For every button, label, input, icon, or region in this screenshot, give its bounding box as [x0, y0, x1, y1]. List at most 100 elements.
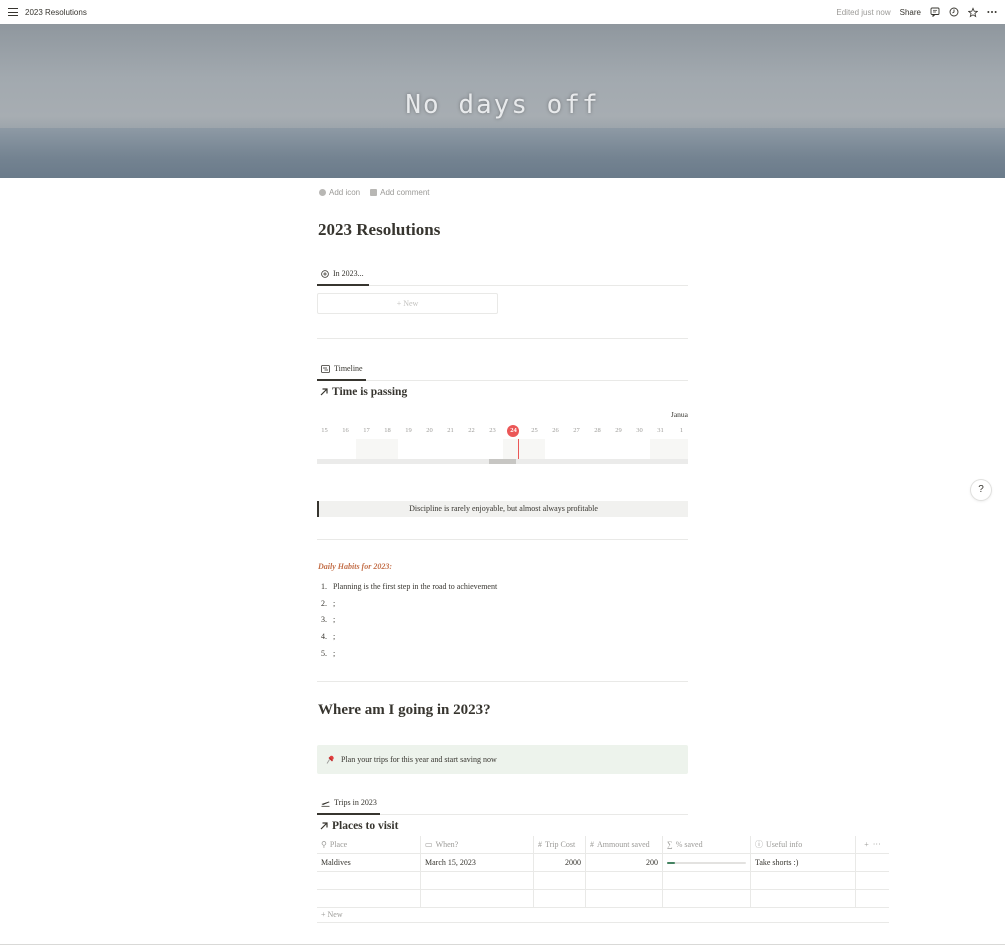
habits-list: 1. Planning is the first step in the road…: [321, 578, 497, 661]
list-item[interactable]: 2.;: [321, 595, 497, 612]
list-item[interactable]: 3.;: [321, 611, 497, 628]
list-number: 3.: [321, 615, 327, 625]
places-title[interactable]: Places to visit: [319, 820, 398, 832]
cell-trip-cost[interactable]: 2000: [534, 854, 586, 872]
tab-trips-in-2023[interactable]: Trips in 2023: [318, 798, 380, 807]
column-header-place[interactable]: ⚲ Place: [317, 836, 421, 854]
tab-divider: [317, 285, 688, 286]
timeline-day: 28: [594, 427, 601, 434]
weekend-column: [650, 439, 688, 459]
pin-icon: ⚲: [321, 840, 327, 849]
timeline-icon: [321, 364, 330, 373]
comment-icon[interactable]: [930, 7, 940, 17]
cell-percent-saved[interactable]: [663, 854, 751, 872]
timeline-day: 20: [426, 427, 433, 434]
column-header-when[interactable]: ▭ When?: [421, 836, 534, 854]
page-add-bar: Add icon Add comment: [319, 188, 430, 197]
timeline-day: 23: [489, 427, 496, 434]
timeline-day: 26: [552, 427, 559, 434]
top-bar: 2023 Resolutions Edited just now Share: [0, 0, 1005, 24]
timeline-day: 22: [468, 427, 475, 434]
trips-heading[interactable]: Where am I going in 2023?: [318, 702, 491, 719]
gallery-new-button[interactable]: + New: [317, 293, 498, 314]
smiley-icon: [319, 189, 326, 196]
share-button[interactable]: Share: [900, 8, 921, 17]
cover-text: No days off: [405, 90, 600, 120]
add-icon-button[interactable]: Add icon: [319, 188, 360, 197]
divider: [317, 539, 688, 540]
number-icon: #: [590, 840, 594, 849]
arrow-up-right-icon: [320, 388, 328, 396]
table-new-row-button[interactable]: + New: [317, 906, 889, 923]
divider: [317, 338, 688, 339]
tab-timeline[interactable]: Timeline: [318, 364, 366, 373]
timeline-day: 19: [405, 427, 412, 434]
cell-place[interactable]: Maldives: [317, 854, 421, 872]
tab-underline: [317, 379, 366, 381]
plus-circle-icon: [321, 269, 329, 278]
help-button[interactable]: ?: [971, 480, 991, 500]
quote-block[interactable]: Discipline is rarely enjoyable, but almo…: [317, 501, 688, 517]
list-item[interactable]: 5.;: [321, 645, 497, 662]
cell-empty[interactable]: [751, 872, 856, 890]
list-item[interactable]: 4.;: [321, 628, 497, 645]
timeline-title[interactable]: Time is passing: [319, 386, 407, 398]
timeline-day-today: 24: [510, 427, 517, 434]
column-header-trip-cost[interactable]: # Trip Cost: [534, 836, 586, 854]
list-text: ;: [333, 598, 336, 608]
tab-in-2023[interactable]: In 2023...: [318, 269, 367, 278]
star-icon[interactable]: [968, 6, 978, 17]
cell-amount-saved[interactable]: 200: [586, 854, 663, 872]
timeline-day: 18: [384, 427, 391, 434]
timeline-day: 1: [679, 427, 684, 434]
add-comment-button[interactable]: Add comment: [370, 188, 430, 197]
column-header-useful-info[interactable]: ⓘ Useful info: [751, 836, 856, 854]
cell-empty[interactable]: [534, 872, 586, 890]
cover-image[interactable]: No days off: [0, 24, 1005, 178]
cell-empty[interactable]: [317, 872, 421, 890]
timeline-day: 30: [636, 427, 643, 434]
clock-icon[interactable]: [949, 7, 959, 17]
cell-empty[interactable]: [586, 872, 663, 890]
list-item[interactable]: 1. Planning is the first step in the road…: [321, 578, 497, 595]
habits-title[interactable]: Daily Habits for 2023:: [318, 562, 392, 571]
pushpin-icon: [326, 755, 334, 764]
trips-callout[interactable]: Plan your trips for this year and start …: [317, 745, 688, 774]
tab-label: In 2023...: [333, 269, 364, 278]
plus-icon: +: [321, 910, 326, 919]
airplane-icon: [321, 801, 330, 807]
saved-progress-fill: [667, 862, 675, 864]
tab-label: Trips in 2023: [334, 798, 377, 807]
cell-empty[interactable]: [421, 872, 534, 890]
weekend-column: [503, 439, 545, 459]
table-row[interactable]: [317, 872, 889, 890]
breadcrumb-page-title[interactable]: 2023 Resolutions: [25, 8, 87, 17]
timeline-day: 27: [573, 427, 580, 434]
number-icon: #: [538, 840, 542, 849]
comment-small-icon: [370, 189, 378, 196]
column-header-amount-saved[interactable]: # Ammount saved: [586, 836, 663, 854]
page-title[interactable]: 2023 Resolutions: [318, 220, 440, 240]
column-header-percent-saved[interactable]: ∑% saved: [663, 836, 751, 854]
tab-underline: [317, 813, 380, 815]
timeline-days: 15 16 17 18 19 20 21 22 23 24 25 26 27 28 29 30 31 1: [317, 424, 688, 438]
timeline-day: 15: [321, 427, 328, 434]
more-icon[interactable]: [987, 7, 997, 17]
arrow-up-right-icon: [320, 822, 328, 830]
timeline-view[interactable]: Janua 15 16 17 18 19 20 21 22 23 24 25 26 27 28 29 30 31…: [317, 410, 688, 465]
callout-text: Plan your trips for this year and start …: [341, 755, 497, 764]
table-more-button[interactable]: ···: [873, 840, 881, 849]
menu-icon[interactable]: [8, 8, 18, 17]
cell-useful-info[interactable]: Take shorts :): [751, 854, 856, 872]
table-row[interactable]: Maldives March 15, 2023 2000 200 Take sh…: [317, 854, 889, 872]
add-column-button[interactable]: +: [864, 840, 869, 849]
cell-when[interactable]: March 15, 2023: [421, 854, 534, 872]
calendar-icon: ▭: [425, 840, 433, 849]
info-icon: ⓘ: [755, 840, 763, 849]
today-line: [518, 439, 519, 459]
timeline-scroll-thumb[interactable]: [489, 459, 516, 464]
list-text: ;: [333, 631, 336, 641]
table-header: ⚲ Place ▭ When? # Trip Cost # Ammount saved …: [317, 836, 889, 854]
tab-underline: [317, 284, 369, 286]
cell-empty[interactable]: [663, 872, 751, 890]
